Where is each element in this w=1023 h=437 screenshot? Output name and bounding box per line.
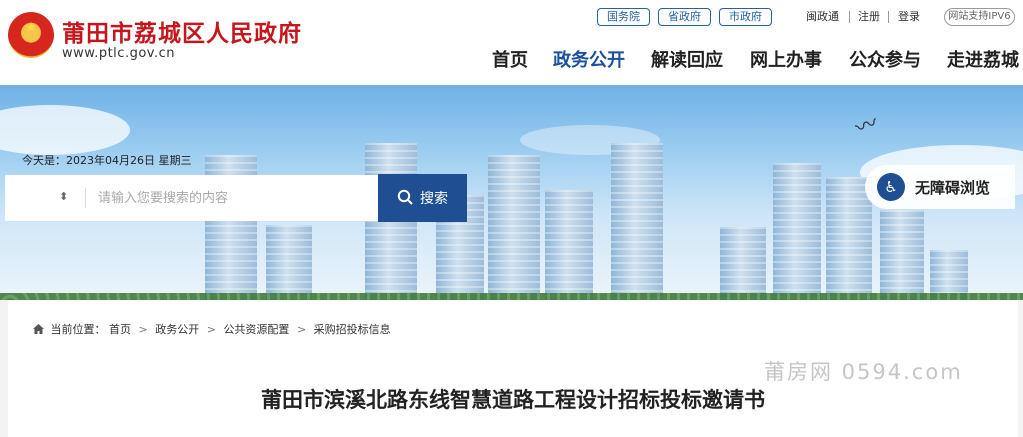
site-header: ★ 莆田市荔城区人民政府 www.ptlc.gov.cn 国务院 省政府 市政府… xyxy=(0,0,1023,85)
building xyxy=(365,143,417,305)
cloud xyxy=(0,105,130,155)
breadcrumb: 当前位置： 首页 > 政务公开 > 公共资源配置 > 采购招投标信息 xyxy=(33,321,391,337)
accessibility-label: 无障碍浏览 xyxy=(915,179,991,197)
search-box: ⬍ xyxy=(5,175,379,221)
divider xyxy=(849,11,850,23)
site-title[interactable]: 莆田市荔城区人民政府 xyxy=(62,14,302,48)
nav-home[interactable]: 首页 xyxy=(492,46,528,72)
building xyxy=(611,143,663,305)
building xyxy=(826,177,872,305)
top-links: 国务院 省政府 市政府 闽政通 注册 登录 网站支持IPV6 xyxy=(553,8,1015,26)
nav-interpretation[interactable]: 解读回应 xyxy=(651,46,723,72)
breadcrumb-procurement[interactable]: 采购招投标信息 xyxy=(314,323,391,336)
content-area: 当前位置： 首页 > 政务公开 > 公共资源配置 > 采购招投标信息 莆房网 0… xyxy=(0,300,1023,437)
home-icon xyxy=(33,324,44,334)
link-register[interactable]: 注册 xyxy=(858,8,880,26)
banner: 〰 今天是：2023年04月26日 星期三 ⬍ 搜索 ♿ 无障碍浏览 xyxy=(0,85,1023,305)
nav-government-affairs[interactable]: 政务公开 xyxy=(553,46,625,72)
search-input[interactable] xyxy=(98,187,368,209)
nav-online-services[interactable]: 网上办事 xyxy=(750,46,822,72)
breadcrumb-prefix: 当前位置： xyxy=(50,323,106,336)
watermark: 莆房网 0594.com xyxy=(764,360,963,384)
link-guowuyuan[interactable]: 国务院 xyxy=(597,8,650,26)
building xyxy=(545,190,593,305)
article-card: 当前位置： 首页 > 政务公开 > 公共资源配置 > 采购招投标信息 莆房网 0… xyxy=(8,300,1018,437)
breadcrumb-home[interactable]: 首页 xyxy=(109,323,131,336)
breadcrumb-separator: > xyxy=(296,323,307,336)
seagull-icon: 〰 xyxy=(852,110,882,142)
accessibility-icon: ♿ xyxy=(877,173,905,201)
building xyxy=(880,210,924,305)
search-button-label: 搜索 xyxy=(420,190,448,206)
ipv6-badge: 网站支持IPV6 xyxy=(944,8,1015,26)
page: ★ 莆田市荔城区人民政府 www.ptlc.gov.cn 国务院 省政府 市政府… xyxy=(0,0,1023,437)
search-icon xyxy=(397,189,413,205)
search-button[interactable]: 搜索 xyxy=(378,174,467,222)
current-date: 今天是：2023年04月26日 星期三 xyxy=(22,154,192,167)
select-arrows-icon[interactable]: ⬍ xyxy=(59,190,68,203)
link-shizhengfu[interactable]: 市政府 xyxy=(719,8,772,26)
building xyxy=(773,163,821,305)
divider xyxy=(888,11,889,23)
nav-about-licheng[interactable]: 走进荔城 xyxy=(947,46,1019,72)
link-shengzhengfu[interactable]: 省政府 xyxy=(658,8,711,26)
building xyxy=(488,155,540,305)
nav-public-participation[interactable]: 公众参与 xyxy=(849,46,921,72)
link-minzhengtong[interactable]: 闽政通 xyxy=(806,8,839,26)
search-divider xyxy=(85,188,86,208)
breadcrumb-government-affairs[interactable]: 政务公开 xyxy=(155,323,199,336)
breadcrumb-separator: > xyxy=(206,323,216,336)
accessibility-button[interactable]: ♿ 无障碍浏览 xyxy=(865,165,1015,209)
article-title: 莆田市滨溪北路东线智慧道路工程设计招标投标邀请书 xyxy=(261,388,765,412)
breadcrumb-public-resources[interactable]: 公共资源配置 xyxy=(223,323,289,336)
link-login[interactable]: 登录 xyxy=(898,8,920,26)
main-nav: 首页 政务公开 解读回应 网上办事 公众参与 走进荔城 xyxy=(0,46,1023,72)
breadcrumb-separator: > xyxy=(138,323,148,336)
